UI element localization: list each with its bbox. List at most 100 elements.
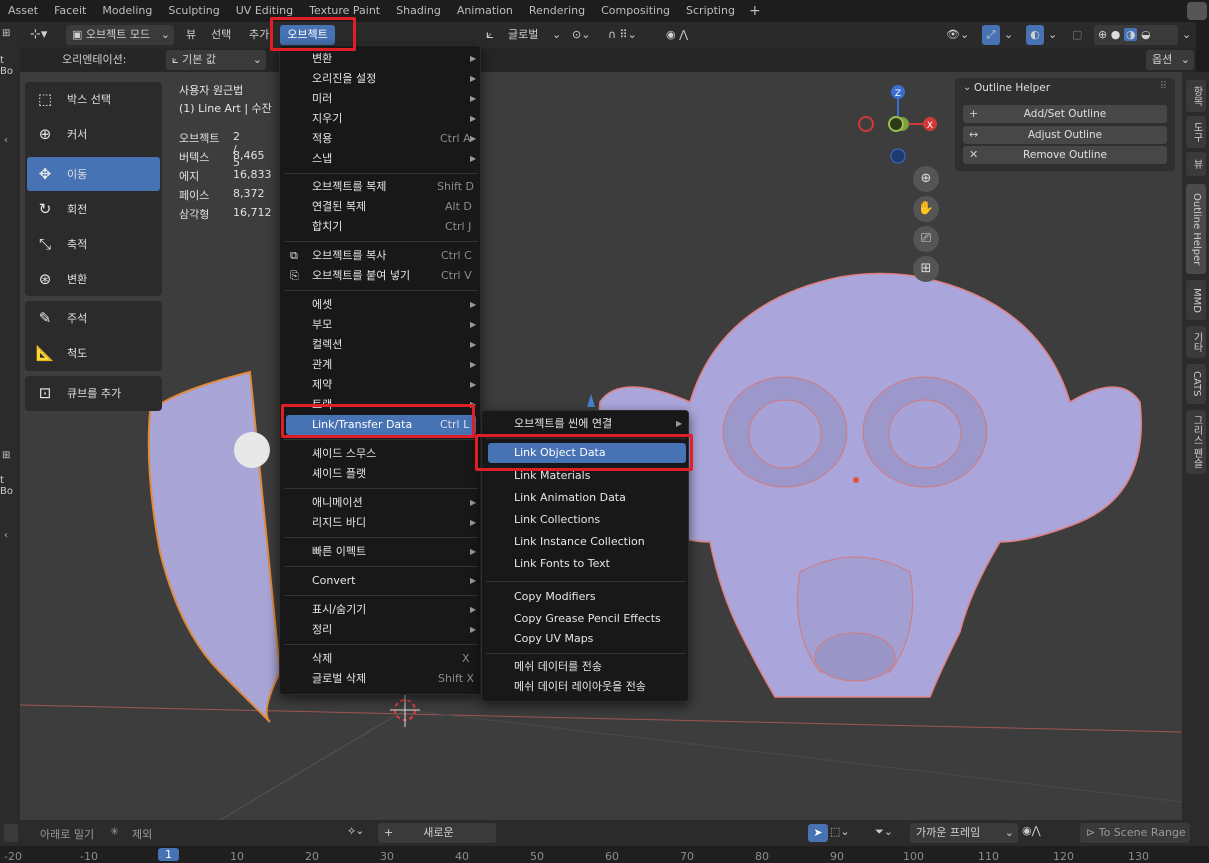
chevron-left-icon[interactable]: ‹ bbox=[4, 530, 8, 541]
zoom-icon[interactable]: ⊕ bbox=[913, 166, 939, 192]
new-action-button[interactable]: + 새로운 bbox=[378, 823, 496, 843]
chevron-down-icon[interactable]: ⌄ bbox=[552, 25, 561, 45]
tool-scale[interactable]: ⤡ 축적 bbox=[27, 227, 160, 261]
workspace-tab[interactable]: Faceit bbox=[46, 0, 94, 22]
drag-handle-icon[interactable]: ⠿ bbox=[1160, 81, 1167, 92]
wireframe-shading-icon[interactable]: ⊕ bbox=[1098, 28, 1107, 41]
menu-item-delete-globally[interactable]: 글로벌 삭제 Shift X bbox=[284, 669, 478, 689]
menu-item-convert[interactable]: Convert ▶ bbox=[284, 571, 478, 591]
tool-cursor[interactable]: ⊕ 커서 bbox=[27, 117, 160, 151]
chevron-down-icon[interactable]: ⌄ bbox=[1182, 25, 1191, 45]
menu-item-mirror[interactable]: 미러 ▶ bbox=[284, 89, 478, 109]
menu-item-clear[interactable]: 지우기 ▶ bbox=[284, 109, 478, 129]
submenu-item-link-to-scene[interactable]: 오브젝트를 씬에 연결 ▶ bbox=[486, 414, 686, 434]
tab-cats[interactable]: CATS bbox=[1186, 364, 1206, 404]
submenu-item-link-fonts[interactable]: Link Fonts to Text bbox=[486, 554, 686, 574]
tool-rotate[interactable]: ↻ 회전 bbox=[27, 192, 160, 226]
transform-icon[interactable]: ⊹▾ bbox=[30, 25, 47, 45]
box-select-icon[interactable]: ⬚⌄ bbox=[830, 825, 850, 838]
menu-item-constraint[interactable]: 제약 ▶ bbox=[284, 375, 478, 395]
workspace-tab[interactable]: Asset bbox=[0, 0, 46, 22]
chevron-down-icon[interactable]: ⌄ bbox=[1048, 25, 1057, 45]
tool-measure[interactable]: 📐 척도 bbox=[27, 336, 160, 370]
submenu-item-link-collections[interactable]: Link Collections bbox=[486, 510, 686, 530]
remove-outline-button[interactable]: ✕ Remove Outline bbox=[963, 146, 1167, 164]
workspace-tab[interactable]: Compositing bbox=[593, 0, 678, 22]
menu-item-join[interactable]: 합치기 Ctrl J bbox=[284, 217, 478, 237]
submenu-item-copy-gp-effects[interactable]: Copy Grease Pencil Effects bbox=[486, 609, 686, 629]
workspace-tab[interactable]: Shading bbox=[388, 0, 449, 22]
workspace-tab[interactable]: Rendering bbox=[521, 0, 593, 22]
tab-tool[interactable]: 도구 bbox=[1186, 116, 1206, 148]
visibility-icon[interactable]: 👁⌄ bbox=[946, 25, 969, 45]
snap-icon[interactable]: ∩ ⠿⌄ bbox=[608, 25, 637, 45]
snap-dropdown[interactable]: 가까운 프레임 ⌄ bbox=[910, 823, 1018, 843]
proportional-icon[interactable]: ◉⋀ bbox=[1022, 824, 1041, 837]
workspace-tab[interactable]: Animation bbox=[449, 0, 521, 22]
filter-icon[interactable]: ⏷⌄ bbox=[875, 825, 893, 839]
menu-item-duplicate-linked[interactable]: 연결된 복제 Alt D bbox=[284, 197, 478, 217]
workspace-tab[interactable]: Scripting bbox=[678, 0, 743, 22]
hand-icon[interactable]: ✋ bbox=[913, 196, 939, 222]
editor-type-icon[interactable]: ⊞ bbox=[2, 450, 10, 461]
submenu-item-link-animation-data[interactable]: Link Animation Data bbox=[486, 488, 686, 508]
tab-outline-helper[interactable]: Outline Helper bbox=[1186, 184, 1206, 274]
mode-dropdown[interactable]: ▣ 오브젝트 모드 ⌄ bbox=[66, 25, 174, 45]
workspace-tab[interactable]: Sculpting bbox=[160, 0, 227, 22]
menu-item-transform[interactable]: 변환 ▶ bbox=[284, 49, 478, 69]
chevron-down-icon[interactable]: ⌄ bbox=[963, 82, 971, 93]
tool-box-select[interactable]: ⬚ 박스 선택 bbox=[27, 82, 160, 116]
solid-shading-icon[interactable]: ● bbox=[1111, 28, 1121, 41]
pivot-icon[interactable]: ⊙⌄ bbox=[572, 25, 590, 45]
tab-grease-pencil[interactable]: 그리스 펜슬 bbox=[1186, 410, 1206, 474]
tab-item[interactable]: 항목 bbox=[1186, 80, 1206, 112]
chevron-left-icon[interactable]: ‹ bbox=[4, 135, 8, 146]
menu-add[interactable]: 추가 bbox=[249, 25, 269, 45]
menu-item-relations[interactable]: 관계 ▶ bbox=[284, 355, 478, 375]
timeline-ruler[interactable]: -20 -10 1 10 20 30 40 50 60 70 80 90 100… bbox=[0, 846, 1209, 863]
menu-item-show-hide[interactable]: 표시/숨기기 ▶ bbox=[284, 600, 478, 620]
menu-item-shade-smooth[interactable]: 셰이드 스무스 bbox=[284, 444, 478, 464]
scene-range-button[interactable]: ⊳ To Scene Range bbox=[1080, 823, 1190, 843]
menu-item-parent[interactable]: 부모 ▶ bbox=[284, 315, 478, 335]
menu-item-copy[interactable]: ⧉ 오브젝트를 복사 Ctrl C bbox=[284, 246, 478, 266]
add-set-outline-button[interactable]: + Add/Set Outline bbox=[963, 105, 1167, 123]
tool-move[interactable]: ✥ 이동 bbox=[27, 157, 160, 191]
xray-icon[interactable]: ▢ bbox=[1072, 25, 1082, 45]
menu-item-collection[interactable]: 컬렉션 ▶ bbox=[284, 335, 478, 355]
add-workspace-icon[interactable]: + bbox=[743, 3, 767, 19]
navigation-gizmo[interactable]: Z X bbox=[855, 80, 955, 170]
menu-item-snap[interactable]: 스냅 ▶ bbox=[284, 149, 478, 169]
menu-view[interactable]: 뷰 bbox=[186, 25, 196, 45]
gizmo-toggle-icon[interactable]: ⤢ bbox=[982, 25, 1000, 45]
menu-item-shade-flat[interactable]: 셰이드 플랫 bbox=[284, 464, 478, 484]
editor-type-icon[interactable] bbox=[4, 824, 18, 842]
menu-select[interactable]: 선택 bbox=[211, 25, 231, 45]
grid-icon[interactable]: ⊞ bbox=[913, 256, 939, 282]
orientation-dropdown[interactable]: ⟀ 기본 값 ⌄ bbox=[166, 50, 266, 70]
menu-item-apply[interactable]: 적용 Ctrl A ▶ bbox=[284, 129, 478, 149]
menu-item-asset[interactable]: 에셋 ▶ bbox=[284, 295, 478, 315]
adjust-outline-button[interactable]: ↔ Adjust Outline bbox=[963, 126, 1167, 144]
pull-down-button[interactable]: 아래로 밀기 bbox=[40, 826, 94, 842]
current-frame-indicator[interactable]: 1 bbox=[158, 848, 179, 861]
menu-item-delete[interactable]: 삭제 X bbox=[284, 649, 478, 669]
user-icon[interactable] bbox=[1187, 2, 1207, 20]
material-shading-icon[interactable]: ◑ bbox=[1123, 28, 1138, 41]
menu-item-quick-effects[interactable]: 빠른 이펙트 ▶ bbox=[284, 542, 478, 562]
proportional-edit-icon[interactable]: ◉ ⋀ bbox=[666, 25, 688, 45]
menu-item-set-origin[interactable]: 오리진을 설정 ▶ bbox=[284, 69, 478, 89]
menu-item-clean-up[interactable]: 정리 ▶ bbox=[284, 620, 478, 640]
action-icon[interactable]: ⟡⌄ bbox=[348, 824, 365, 838]
menu-item-rigid-body[interactable]: 리지드 바디 ▶ bbox=[284, 513, 478, 533]
menu-item-paste[interactable]: ⎘ 오브젝트를 붙여 넣기 Ctrl V bbox=[284, 266, 478, 286]
orientation-icon[interactable]: ⟀ bbox=[486, 25, 494, 45]
menu-item-animation[interactable]: 애니메이션 ▶ bbox=[284, 493, 478, 513]
workspace-tab[interactable]: Modeling bbox=[94, 0, 160, 22]
tool-annotate[interactable]: ✎ 주석 bbox=[27, 301, 160, 335]
tab-mmd[interactable]: MMD bbox=[1186, 280, 1206, 320]
submenu-item-link-instance-collection[interactable]: Link Instance Collection bbox=[486, 532, 686, 552]
chevron-down-icon[interactable]: ⌄ bbox=[1004, 25, 1013, 45]
rendered-shading-icon[interactable]: ◒ bbox=[1141, 28, 1151, 41]
exclude-button[interactable]: 제외 bbox=[132, 826, 152, 842]
